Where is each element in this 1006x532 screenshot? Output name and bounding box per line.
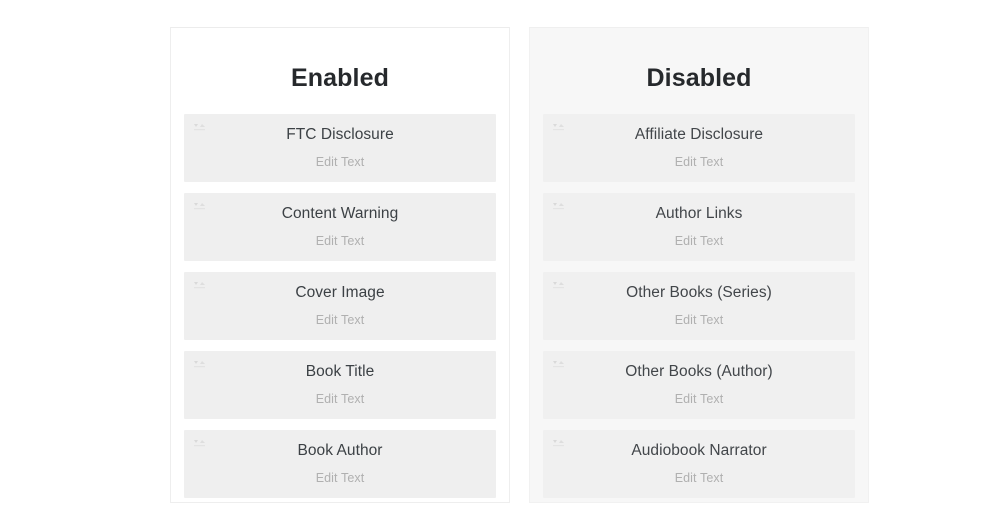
card-audiobook-narrator[interactable]: Audiobook Narrator Edit Text (543, 430, 855, 498)
card-edit-text-link[interactable]: Edit Text (543, 381, 855, 407)
column-disabled-title: Disabled (530, 28, 868, 93)
column-enabled-card-list: FTC Disclosure Edit Text Content Warning… (171, 114, 509, 498)
card-edit-text-link[interactable]: Edit Text (184, 144, 496, 170)
card-title: Content Warning (184, 193, 496, 223)
card-title: Author Links (543, 193, 855, 223)
card-title: Book Title (184, 351, 496, 381)
card-title: Other Books (Author) (543, 351, 855, 381)
drag-handle-icon[interactable] (193, 438, 207, 449)
drag-handle-icon[interactable] (193, 359, 207, 370)
drag-drop-board: Enabled FTC Disclosure Edit Text (0, 0, 1006, 532)
card-edit-text-link[interactable]: Edit Text (543, 223, 855, 249)
card-cover-image[interactable]: Cover Image Edit Text (184, 272, 496, 340)
card-author-links[interactable]: Author Links Edit Text (543, 193, 855, 261)
card-edit-text-link[interactable]: Edit Text (184, 223, 496, 249)
column-disabled: Disabled Affiliate Disclosure Edit Text (529, 27, 869, 503)
card-content-warning[interactable]: Content Warning Edit Text (184, 193, 496, 261)
card-book-author[interactable]: Book Author Edit Text (184, 430, 496, 498)
drag-handle-icon[interactable] (193, 201, 207, 212)
card-edit-text-link[interactable]: Edit Text (184, 302, 496, 328)
card-book-title[interactable]: Book Title Edit Text (184, 351, 496, 419)
drag-handle-icon[interactable] (552, 280, 566, 291)
drag-handle-icon[interactable] (552, 122, 566, 133)
column-enabled-title: Enabled (171, 28, 509, 93)
card-edit-text-link[interactable]: Edit Text (543, 302, 855, 328)
card-title: Other Books (Series) (543, 272, 855, 302)
drag-handle-icon[interactable] (193, 280, 207, 291)
card-ftc-disclosure[interactable]: FTC Disclosure Edit Text (184, 114, 496, 182)
column-enabled: Enabled FTC Disclosure Edit Text (170, 27, 510, 503)
card-title: Audiobook Narrator (543, 430, 855, 460)
drag-handle-icon[interactable] (552, 438, 566, 449)
drag-handle-icon[interactable] (193, 122, 207, 133)
card-title: Cover Image (184, 272, 496, 302)
card-edit-text-link[interactable]: Edit Text (184, 381, 496, 407)
column-disabled-card-list: Affiliate Disclosure Edit Text Author Li… (530, 114, 868, 498)
card-title: FTC Disclosure (184, 114, 496, 144)
drag-handle-icon[interactable] (552, 359, 566, 370)
drag-handle-icon[interactable] (552, 201, 566, 212)
card-edit-text-link[interactable]: Edit Text (543, 144, 855, 170)
card-title: Affiliate Disclosure (543, 114, 855, 144)
card-edit-text-link[interactable]: Edit Text (543, 460, 855, 486)
card-edit-text-link[interactable]: Edit Text (184, 460, 496, 486)
card-title: Book Author (184, 430, 496, 460)
card-other-books-author[interactable]: Other Books (Author) Edit Text (543, 351, 855, 419)
card-other-books-series[interactable]: Other Books (Series) Edit Text (543, 272, 855, 340)
card-affiliate-disclosure[interactable]: Affiliate Disclosure Edit Text (543, 114, 855, 182)
